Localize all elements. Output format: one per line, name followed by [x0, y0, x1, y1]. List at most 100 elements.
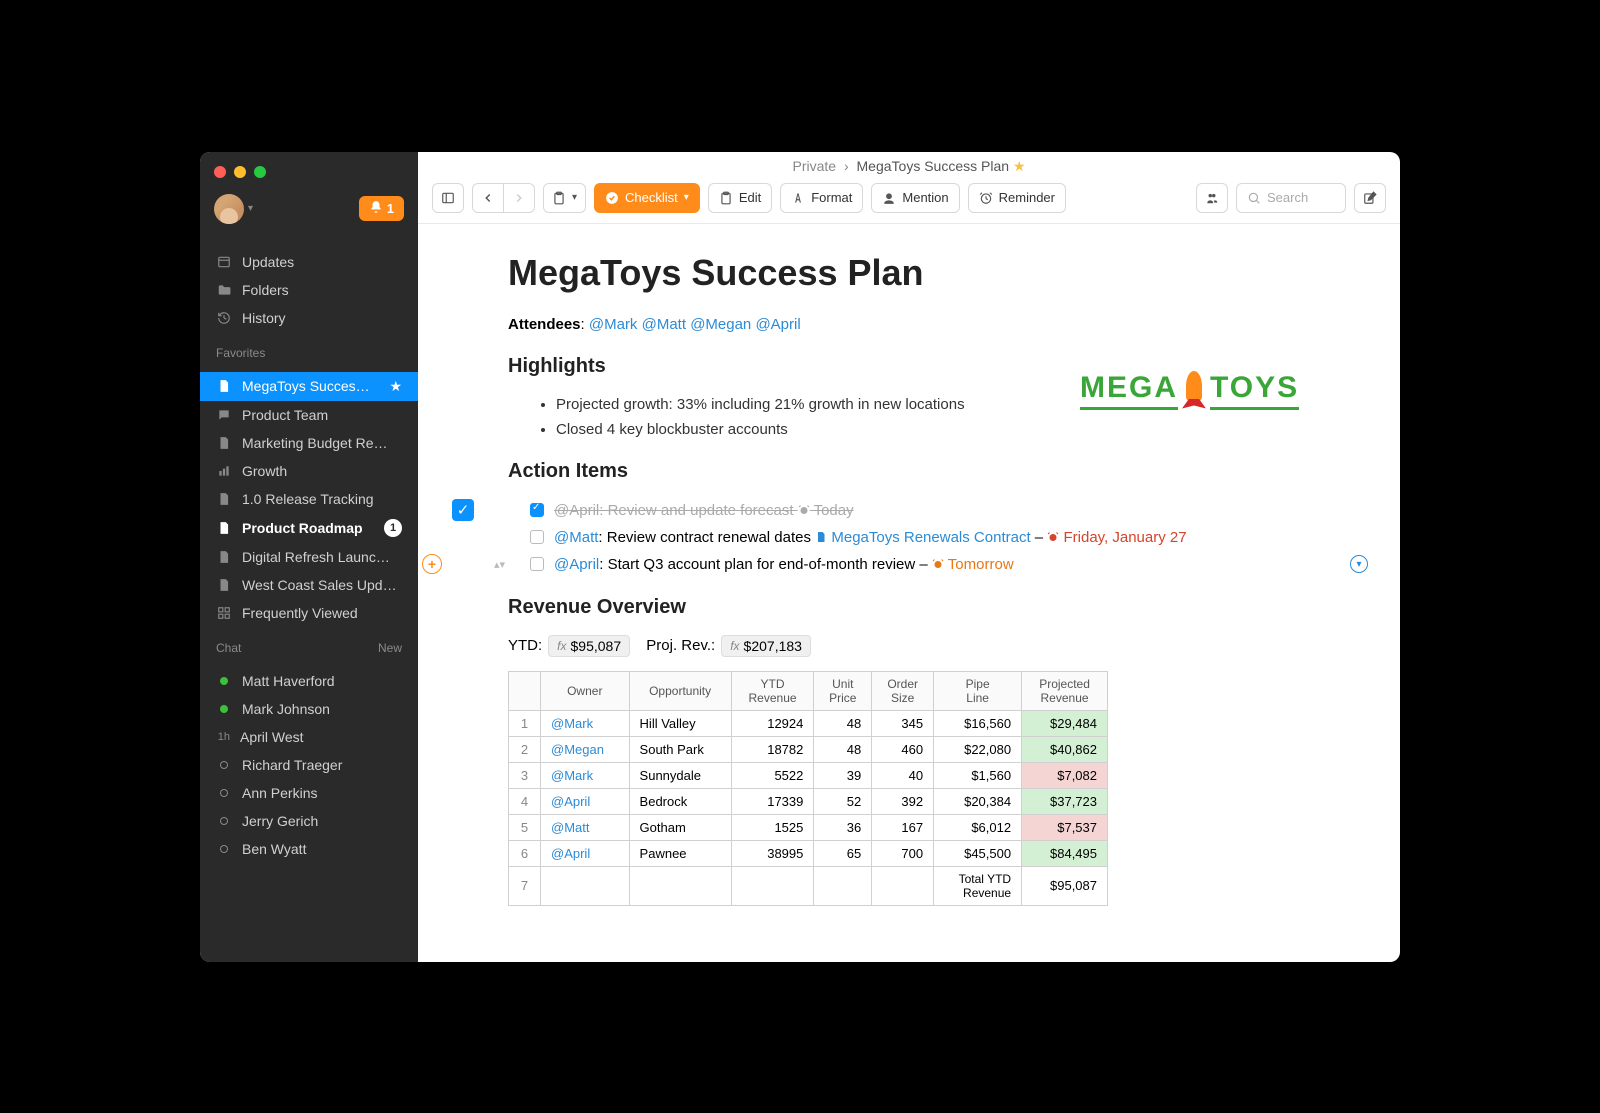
add-item-button[interactable]: + [422, 554, 442, 574]
column-header[interactable]: Owner [541, 671, 630, 710]
document-body[interactable]: MegaToys Success Plan MEGA TOYS Attendee… [418, 224, 1400, 962]
mention[interactable]: @Mark [541, 762, 630, 788]
star-icon[interactable]: ★ [1013, 158, 1026, 174]
list-item: Closed 4 key blockbuster accounts [556, 417, 1310, 442]
column-header[interactable]: ProjectedRevenue [1022, 671, 1108, 710]
table-row[interactable]: 6 @April Pawnee 38995 65 700 $45,500 $84… [509, 840, 1108, 866]
revenue-summary: YTD: fx$95,087 Proj. Rev.: fx$207,183 [508, 635, 1310, 657]
sidebar-item[interactable]: MegaToys Succes…★ [200, 372, 418, 401]
chat-item[interactable]: Ben Wyatt [200, 835, 418, 863]
action-item[interactable]: @Matt: Review contract renewal dates Meg… [508, 524, 1310, 551]
checkbox[interactable] [530, 530, 544, 544]
revenue-table[interactable]: OwnerOpportunityYTDRevenueUnitPriceOrder… [508, 671, 1108, 906]
table-row[interactable]: 2 @Megan South Park 18782 48 460 $22,080… [509, 736, 1108, 762]
chat-item[interactable]: Ann Perkins [200, 779, 418, 807]
due-date[interactable]: Tomorrow [932, 556, 1014, 573]
drag-handle-icon[interactable]: ▴▾ [494, 558, 505, 571]
chat-item[interactable]: Jerry Gerich [200, 807, 418, 835]
mention[interactable]: @Mark [541, 710, 630, 736]
back-button[interactable] [472, 183, 504, 213]
sidebar-item[interactable]: Digital Refresh Launc… [200, 543, 418, 571]
table-row[interactable]: 3 @Mark Sunnydale 5522 39 40 $1,560 $7,0… [509, 762, 1108, 788]
mention[interactable]: @Matt [554, 529, 598, 546]
sidebar-item[interactable]: 1.0 Release Tracking [200, 485, 418, 513]
sidebar-item[interactable]: Frequently Viewed [200, 599, 418, 627]
maximize-window-button[interactable] [254, 166, 266, 178]
mention[interactable]: @Megan [690, 316, 751, 333]
mention[interactable]: @Mark [589, 316, 638, 333]
mention[interactable]: @April [554, 556, 599, 573]
rocket-icon [1180, 371, 1208, 411]
presence-icon [220, 817, 228, 825]
chat-icon [216, 407, 232, 423]
column-header[interactable] [509, 671, 541, 710]
mention-button[interactable]: Mention [871, 183, 959, 213]
mention[interactable]: @April [541, 840, 630, 866]
chat-item[interactable]: Mark Johnson [200, 695, 418, 723]
table-total-row[interactable]: 7 Total YTDRevenue$95,087 [509, 866, 1108, 905]
sidebar-item[interactable]: Marketing Budget Re… [200, 429, 418, 457]
toggle-sidebar-button[interactable] [432, 183, 464, 213]
format-button[interactable]: Format [780, 183, 863, 213]
minimize-window-button[interactable] [234, 166, 246, 178]
column-header[interactable]: YTDRevenue [731, 671, 814, 710]
presence-icon [220, 677, 228, 685]
breadcrumb: Private › MegaToys Success Plan ★ [418, 152, 1400, 175]
sidebar: ▾ 1 UpdatesFoldersHistory Favorites Mega… [200, 152, 418, 962]
compose-button[interactable] [1354, 183, 1386, 213]
new-chat-button[interactable]: New [378, 641, 402, 655]
breadcrumb-doc[interactable]: MegaToys Success Plan [857, 158, 1010, 174]
chat-item[interactable]: Richard Traeger [200, 751, 418, 779]
forward-button[interactable] [503, 183, 535, 213]
notifications-button[interactable]: 1 [359, 196, 404, 221]
expand-row-button[interactable]: ▾ [1350, 555, 1368, 573]
table-row[interactable]: 4 @April Bedrock 17339 52 392 $20,384 $3… [509, 788, 1108, 814]
column-header[interactable]: Opportunity [629, 671, 731, 710]
nav-item-updates[interactable]: Updates [200, 248, 418, 276]
sidebar-item[interactable]: Product Team [200, 401, 418, 429]
checklist-toggle-icon[interactable]: ✓ [452, 499, 474, 521]
edit-button[interactable]: Edit [708, 183, 772, 213]
avatar [214, 194, 244, 224]
column-header[interactable]: PipeLine [934, 671, 1022, 710]
mention[interactable]: @April [541, 788, 630, 814]
chat-heading: Chat New [200, 633, 418, 661]
action-item[interactable]: ✓ @April: Review and update forecast Tod… [508, 497, 1310, 524]
due-date[interactable]: Friday, January 27 [1047, 529, 1186, 546]
action-item[interactable]: +▴▾ @April: Start Q3 account plan for en… [508, 551, 1310, 578]
share-button[interactable] [1196, 183, 1228, 213]
notifications-count: 1 [387, 201, 394, 216]
copy-menu-button[interactable]: ▾ [543, 183, 586, 213]
sidebar-item[interactable]: Growth [200, 457, 418, 485]
proj-formula[interactable]: fx$207,183 [721, 635, 811, 657]
presence-icon [220, 789, 228, 797]
doc-icon [216, 549, 232, 565]
nav-item-folders[interactable]: Folders [200, 276, 418, 304]
search-icon [1247, 191, 1261, 205]
mention[interactable]: @Megan [541, 736, 630, 762]
ytd-formula[interactable]: fx$95,087 [548, 635, 630, 657]
chat-item[interactable]: Matt Haverford [200, 667, 418, 695]
mention[interactable]: @Matt [541, 814, 630, 840]
column-header[interactable]: OrderSize [872, 671, 934, 710]
mention[interactable]: @April [755, 316, 800, 333]
checkbox[interactable] [530, 503, 544, 517]
sidebar-item[interactable]: West Coast Sales Upd… [200, 571, 418, 599]
search-input[interactable]: Search [1236, 183, 1346, 213]
table-row[interactable]: 1 @Mark Hill Valley 12924 48 345 $16,560… [509, 710, 1108, 736]
account-menu[interactable]: ▾ [214, 194, 253, 224]
checklist-button[interactable]: Checklist ▾ [594, 183, 700, 213]
breadcrumb-root[interactable]: Private [792, 158, 836, 174]
reminder-button[interactable]: Reminder [968, 183, 1066, 213]
doc-link[interactable]: MegaToys Renewals Contract [815, 529, 1030, 546]
chevron-down-icon: ▾ [248, 203, 253, 214]
table-row[interactable]: 5 @Matt Gotham 1525 36 167 $6,012 $7,537 [509, 814, 1108, 840]
checkbox[interactable] [530, 557, 544, 571]
logo: MEGA TOYS [1080, 369, 1310, 413]
mention[interactable]: @Matt [642, 316, 686, 333]
nav-item-history[interactable]: History [200, 304, 418, 332]
sidebar-item[interactable]: Product Roadmap1 [200, 513, 418, 543]
column-header[interactable]: UnitPrice [814, 671, 872, 710]
close-window-button[interactable] [214, 166, 226, 178]
chat-item[interactable]: 1hApril West [200, 723, 418, 751]
